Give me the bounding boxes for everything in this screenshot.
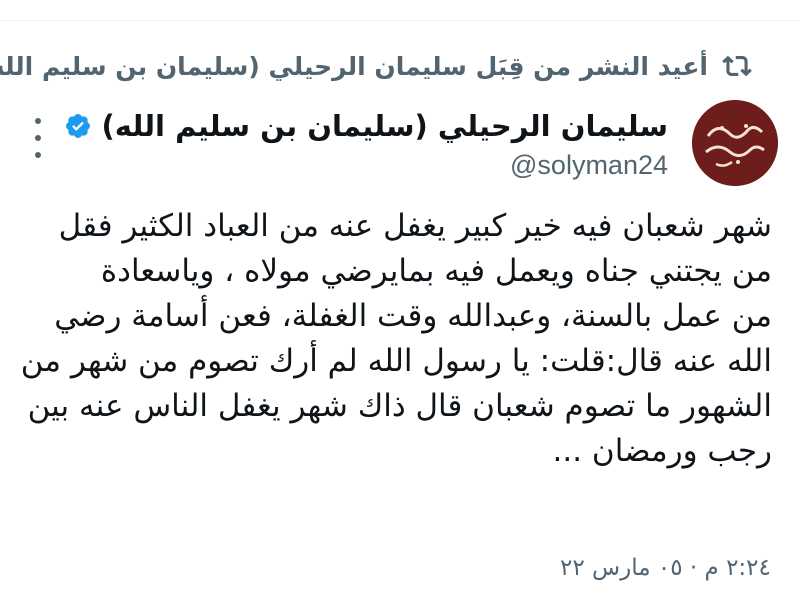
avatar-logo-icon <box>692 100 778 186</box>
more-options-icon[interactable] <box>30 118 46 158</box>
verified-badge-icon <box>63 111 93 141</box>
tweet-line: الله عنه قال:قلت: يا رسول الله لم أرك تص… <box>20 343 772 379</box>
tweet-line: رجب ورمضان ... <box>552 433 772 469</box>
tweet-text: شهر شعبان فيه خير كبير يغفل عنه من العبا… <box>20 204 772 474</box>
tweet-line: من يجتني جناه ويعمل فيه بمايرضي مولاه ، … <box>100 253 772 289</box>
tweet-line: شهر شعبان فيه خير كبير يغفل عنه من العبا… <box>58 208 772 244</box>
tweet-line: الشهور ما تصوم شعبان قال ذاك شهر يغفل ال… <box>27 388 772 424</box>
retweet-context[interactable]: أعيد النشر من قِبَل سليمان الرحيلي (سليم… <box>0 44 752 88</box>
retweet-label: أعيد النشر من قِبَل سليمان الرحيلي (سليم… <box>0 51 708 81</box>
author-name-row[interactable]: سليمان الرحيلي (سليمان بن سليم الله) <box>63 104 668 148</box>
top-divider <box>0 0 800 21</box>
tweet-timestamp[interactable]: ٢:٢٤ م · ٠٥ مارس ٢٢ <box>560 555 771 581</box>
tweet-line: من عمل بالسنة، وعبدالله وقت الغفلة، فعن … <box>54 298 772 334</box>
avatar[interactable] <box>692 100 778 186</box>
retweet-icon <box>722 48 752 84</box>
author-handle[interactable]: @solyman24 <box>510 150 668 181</box>
author-display-name[interactable]: سليمان الرحيلي (سليمان بن سليم الله) <box>101 109 668 143</box>
